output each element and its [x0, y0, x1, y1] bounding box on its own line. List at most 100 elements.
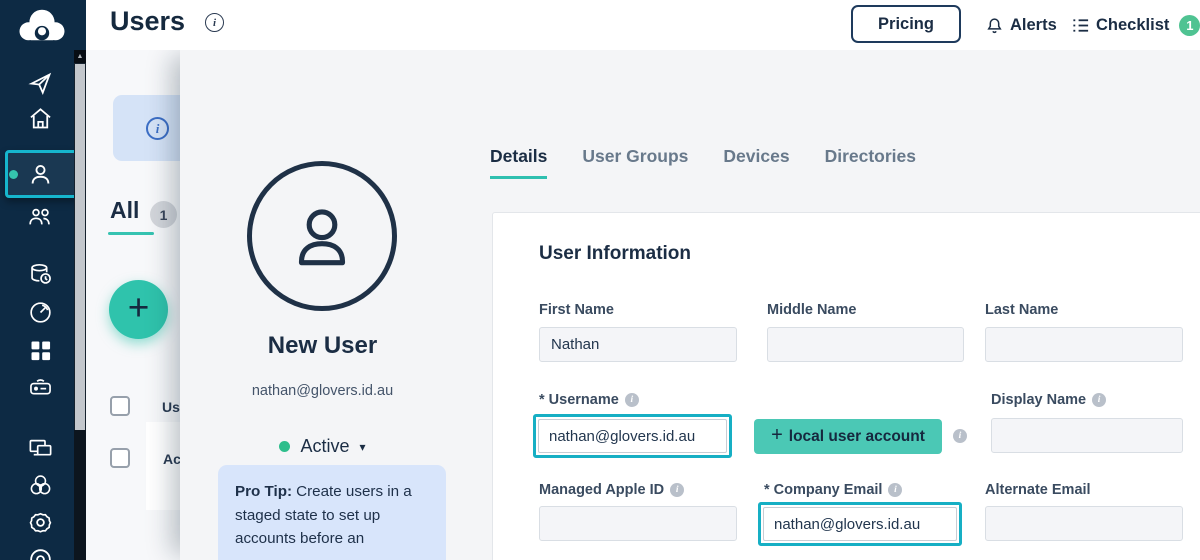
- detail-tabs: Details User Groups Devices Directories: [490, 146, 916, 179]
- status-label: Active: [300, 436, 349, 457]
- scrollbar-track[interactable]: [74, 430, 86, 560]
- top-header: Users i Pricing Alerts Checklist 1: [86, 0, 1200, 50]
- home-icon: [27, 105, 54, 132]
- sidebar-item-home[interactable]: [27, 105, 57, 135]
- display-name-label: Display Name i: [991, 392, 1106, 408]
- row-checkbox[interactable]: [110, 448, 130, 468]
- middle-name-label: Middle Name: [767, 302, 856, 318]
- checklist-label: Checklist: [1096, 16, 1169, 35]
- username-column-partial: Us: [162, 399, 180, 415]
- sidebar-item-settings[interactable]: [27, 509, 57, 539]
- tab-all[interactable]: All: [110, 197, 139, 224]
- venn-icon: [27, 472, 54, 499]
- add-user-button[interactable]: +: [109, 280, 168, 339]
- select-all-checkbox[interactable]: [110, 396, 130, 416]
- last-name-label: Last Name: [985, 302, 1058, 318]
- username-label: * Username i: [539, 392, 639, 408]
- company-email-highlight: [758, 502, 962, 546]
- sidebar-item-policies[interactable]: [27, 472, 57, 502]
- username-info-icon[interactable]: i: [625, 393, 639, 407]
- sidebar-item-more[interactable]: [27, 546, 57, 560]
- alerts-button[interactable]: Alerts: [985, 0, 1057, 50]
- sidebar-item-users[interactable]: [27, 161, 57, 191]
- alternate-email-label: Alternate Email: [985, 482, 1091, 498]
- avatar: [247, 161, 397, 311]
- tab-details[interactable]: Details: [490, 146, 547, 179]
- grid-icon: [27, 337, 54, 364]
- person-icon: [281, 195, 363, 277]
- user-icon: [27, 161, 54, 188]
- alerts-label: Alerts: [1010, 16, 1057, 35]
- app-sidebar: ▲: [0, 0, 86, 560]
- middle-name-field[interactable]: [767, 327, 964, 362]
- sidebar-item-apps[interactable]: [27, 337, 57, 367]
- user-information-card: User Information First Name Middle Name …: [492, 212, 1200, 560]
- sidebar-scrollbar[interactable]: ▲: [74, 50, 86, 560]
- company-email-info-icon[interactable]: i: [888, 483, 902, 497]
- company-email-label: * Company Email i: [764, 482, 902, 498]
- user-name: New User: [180, 332, 465, 360]
- pro-tip-box: Pro Tip:Create users in a staged state t…: [218, 465, 446, 560]
- tab-directories[interactable]: Directories: [825, 146, 916, 179]
- sidebar-item-devices[interactable]: [27, 435, 57, 465]
- checklist-icon: [1071, 16, 1090, 35]
- managed-apple-id-field[interactable]: [539, 506, 737, 541]
- app-window: ▲ Users i Pricing Alerts Checklist 1 i: [0, 0, 1200, 560]
- pro-tip-label: Pro Tip:: [235, 483, 292, 500]
- user-group-icon: [27, 203, 54, 230]
- all-count-badge: 1: [150, 201, 177, 228]
- gear-icon: [27, 509, 54, 536]
- display-name-field[interactable]: [991, 418, 1183, 453]
- section-title: User Information: [539, 243, 691, 265]
- display-name-info-icon[interactable]: i: [1092, 393, 1106, 407]
- arrow-up-icon: ▲: [77, 53, 84, 60]
- display-name-label-text: Display Name: [991, 392, 1086, 408]
- scroll-up-button[interactable]: ▲: [74, 50, 86, 63]
- last-name-field[interactable]: [985, 327, 1183, 362]
- status-dot-icon: [279, 441, 290, 452]
- local-account-info-icon[interactable]: i: [953, 429, 967, 443]
- company-email-label-text: * Company Email: [764, 482, 882, 498]
- managed-apple-id-label-text: Managed Apple ID: [539, 482, 664, 498]
- tab-devices[interactable]: Devices: [723, 146, 789, 179]
- rocket-icon: [27, 69, 54, 96]
- scrollbar-thumb[interactable]: [75, 64, 85, 430]
- tab-all-underline: [108, 232, 154, 235]
- username-label-text: * Username: [539, 392, 619, 408]
- page-title: Users: [110, 6, 185, 37]
- sidebar-item-directory[interactable]: [27, 261, 57, 291]
- banner-info-icon: i: [146, 117, 169, 140]
- managed-apple-id-info-icon[interactable]: i: [670, 483, 684, 497]
- sidebar-item-user-groups[interactable]: [27, 203, 57, 233]
- local-account-button-label: local user account: [789, 428, 925, 446]
- plus-icon: +: [771, 424, 783, 447]
- checklist-badge: 1: [1179, 15, 1200, 36]
- sidebar-item-insights[interactable]: [27, 299, 57, 329]
- gauge-icon: [27, 299, 54, 326]
- pricing-button[interactable]: Pricing: [851, 5, 961, 43]
- chevron-down-icon: ▾: [360, 440, 366, 454]
- user-email: nathan@glovers.id.au: [180, 383, 465, 399]
- title-info-icon[interactable]: i: [205, 13, 224, 32]
- managed-apple-id-label: Managed Apple ID i: [539, 482, 684, 498]
- sidebar-item-get-started[interactable]: [27, 69, 57, 99]
- first-name-label: First Name: [539, 302, 614, 318]
- company-email-field[interactable]: [763, 507, 957, 541]
- add-local-user-account-button[interactable]: + local user account: [754, 419, 942, 454]
- circle-icon: [27, 546, 54, 560]
- sidebar-active-dot: [9, 170, 18, 179]
- sidebar-item-radius[interactable]: [27, 374, 57, 404]
- bell-icon: [985, 16, 1004, 35]
- status-dropdown[interactable]: Active ▾: [180, 436, 465, 457]
- row-text-partial: Ac: [163, 451, 181, 467]
- alternate-email-field[interactable]: [985, 506, 1183, 541]
- tab-user-groups[interactable]: User Groups: [582, 146, 688, 179]
- server-icon: [27, 374, 54, 401]
- first-name-field[interactable]: [539, 327, 737, 362]
- database-icon: [27, 261, 54, 288]
- username-highlight: [533, 414, 732, 458]
- username-field[interactable]: [538, 419, 727, 453]
- devices-icon: [27, 435, 54, 462]
- jumpcloud-logo-icon[interactable]: [15, 7, 69, 45]
- checklist-button[interactable]: Checklist 1: [1071, 0, 1200, 50]
